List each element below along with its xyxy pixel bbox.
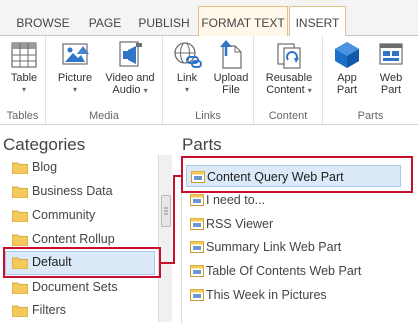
category-item-blog[interactable]: Blog — [5, 156, 155, 180]
folder-icon — [12, 210, 28, 222]
part-label: This Week in Pictures — [206, 288, 327, 302]
tables-group-label: Tables — [6, 110, 39, 122]
connector-line — [173, 175, 182, 177]
part-label: Table Of Contents Web Part — [206, 264, 362, 278]
category-item-filters[interactable]: Filters — [5, 299, 155, 323]
tab-format-text[interactable]: FORMAT TEXT — [198, 6, 288, 36]
picture-label: Picture — [57, 72, 93, 84]
categories-scrollbar[interactable] — [158, 155, 172, 322]
web-part-icon — [190, 289, 204, 301]
web-part-label-2: Part — [380, 84, 402, 96]
highlight-box-default — [3, 247, 161, 278]
upload-file-icon — [220, 40, 242, 69]
part-item-rss-viewer[interactable]: RSS Viewer — [186, 213, 401, 235]
web-part-label-1: Web — [379, 72, 403, 84]
category-label: Community — [32, 208, 96, 222]
part-item-this-week-in-pictures[interactable]: This Week in Pictures — [186, 284, 401, 306]
part-label: RSS Viewer — [206, 217, 274, 231]
chevron-down-icon: ▾ — [143, 86, 148, 95]
group-parts: App Part Web Part Parts — [323, 36, 418, 124]
web-part-icon — [190, 241, 204, 253]
table-label: Table — [10, 72, 38, 84]
video-audio-button[interactable]: Video and Audio ▾ — [100, 40, 160, 97]
parts-title: Parts — [182, 135, 222, 154]
grip-icon — [164, 207, 168, 215]
upload-label-2: File — [222, 84, 240, 96]
folder-icon — [12, 282, 28, 294]
picture-button[interactable]: Picture ▾ — [54, 40, 96, 96]
category-item-business-data[interactable]: Business Data — [5, 180, 155, 204]
highlight-box-content-query — [181, 156, 413, 193]
folder-icon — [12, 305, 28, 317]
part-label: Summary Link Web Part — [206, 240, 342, 254]
connector-line — [160, 262, 174, 264]
reusable-content-button[interactable]: Reusable Content ▾ — [258, 40, 320, 97]
chevron-down-icon: ▾ — [307, 86, 312, 95]
tab-page[interactable]: PAGE — [80, 11, 130, 35]
app-part-button[interactable]: App Part — [329, 40, 365, 96]
connector-line — [173, 175, 175, 264]
link-label: Link — [176, 72, 198, 84]
app-part-label-2: Part — [336, 84, 358, 96]
content-group-label: Content — [268, 110, 308, 122]
parts-group-label: Parts — [357, 110, 384, 122]
part-label: I need to... — [206, 193, 266, 207]
group-links: Link ▾ Upload File Links — [163, 36, 254, 124]
web-part-button[interactable]: Web Part — [371, 40, 411, 96]
tab-publish[interactable]: PUBLISH — [133, 11, 195, 35]
categories-title: Categories — [3, 135, 86, 154]
video-audio-label-1: Video and — [105, 72, 155, 84]
reusable-label-2: Content — [266, 84, 305, 96]
web-part-icon — [379, 43, 403, 65]
part-item-table-of-contents[interactable]: Table Of Contents Web Part — [186, 260, 401, 282]
group-tables: Table ▾ Tables — [0, 36, 46, 124]
category-item-community[interactable]: Community — [5, 204, 155, 228]
folder-icon — [12, 162, 28, 174]
app-part-label-1: App — [337, 72, 357, 84]
folder-icon — [12, 186, 28, 198]
chevron-down-icon: ▾ — [72, 85, 77, 94]
category-label: Document Sets — [32, 280, 118, 294]
picture-icon — [62, 43, 89, 65]
folder-icon — [12, 234, 28, 246]
part-item-summary-link[interactable]: Summary Link Web Part — [186, 236, 401, 258]
tab-insert[interactable]: INSERT — [289, 6, 346, 36]
link-icon — [174, 42, 202, 68]
category-label: Blog — [32, 160, 58, 174]
table-button[interactable]: Table ▾ — [6, 40, 42, 96]
media-group-label: Media — [89, 110, 119, 122]
web-part-icon — [190, 218, 204, 230]
web-part-icon — [190, 194, 204, 206]
link-button[interactable]: Link ▾ — [169, 40, 205, 96]
group-media: Picture ▾ Video and Audio ▾ Media — [46, 36, 163, 124]
category-item-document-sets[interactable]: Document Sets — [5, 276, 155, 300]
reusable-label-1: Reusable — [265, 72, 313, 84]
upload-file-button[interactable]: Upload File — [211, 40, 251, 96]
links-group-label: Links — [195, 110, 221, 122]
chevron-down-icon: ▾ — [21, 85, 26, 94]
app-part-icon — [335, 42, 359, 68]
web-part-icon — [190, 265, 204, 277]
table-icon — [11, 42, 37, 68]
scrollbar-thumb[interactable] — [161, 195, 171, 227]
chevron-down-icon: ▾ — [184, 85, 189, 94]
reusable-content-icon — [277, 43, 301, 69]
category-label: Business Data — [32, 184, 113, 198]
video-audio-icon — [119, 41, 142, 67]
group-content: Reusable Content ▾ Content — [254, 36, 323, 124]
ribbon: Table ▾ Tables Picture ▾ Video and Audio… — [0, 36, 418, 125]
category-label: Filters — [32, 303, 67, 317]
video-audio-label-2: Audio — [112, 84, 141, 96]
category-label: Content Rollup — [32, 232, 115, 246]
upload-label-1: Upload — [213, 72, 249, 84]
tab-browse[interactable]: BROWSE — [10, 11, 76, 35]
ribbon-tab-bar: BROWSE PAGE PUBLISH FORMAT TEXT INSERT — [0, 0, 418, 36]
